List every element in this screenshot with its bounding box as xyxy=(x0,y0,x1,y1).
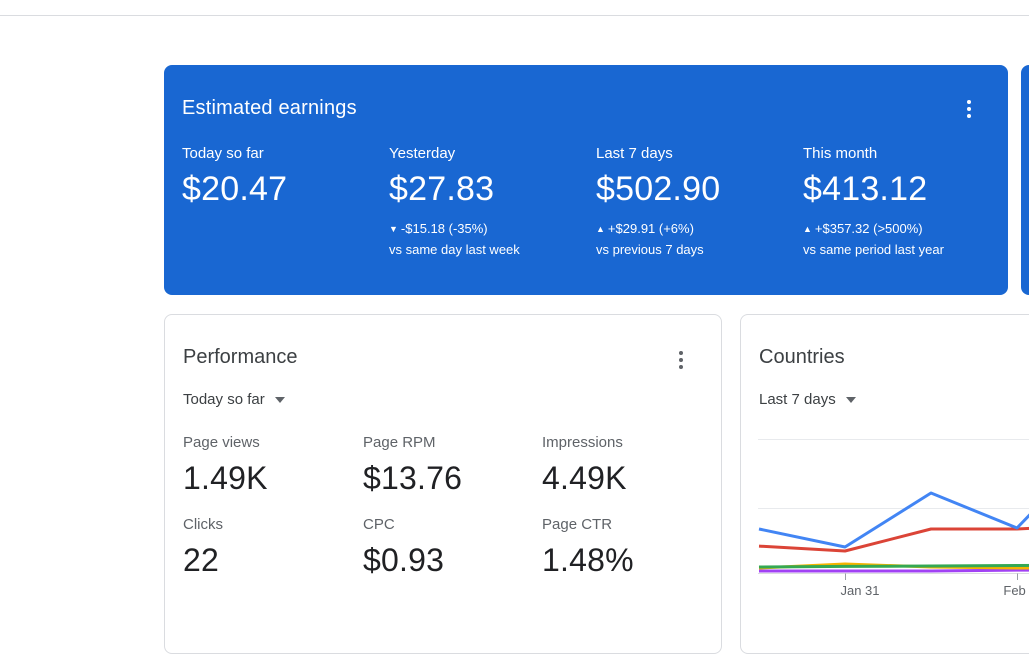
metric-label: Page RPM xyxy=(363,434,436,451)
countries-card: Countries Last 7 days Jan 31 Feb 2 xyxy=(740,314,1029,654)
estimated-earnings-title: Estimated earnings xyxy=(182,97,357,119)
countries-title: Countries xyxy=(759,346,845,368)
countries-range-selector[interactable]: Last 7 days xyxy=(759,391,856,408)
metric-value: 22 xyxy=(183,542,219,578)
metric-page-views: Page views 1.49K xyxy=(183,434,363,497)
metric-value: 1.48% xyxy=(542,542,634,578)
metric-value: $0.93 xyxy=(363,542,445,578)
metric-label: Page views xyxy=(183,434,260,451)
metric-page-rpm: Page RPM $13.76 xyxy=(363,434,542,497)
earnings-col-today: Today so far $20.47 xyxy=(182,146,389,259)
earnings-delta: ▲ +$29.91 (+6%) xyxy=(596,219,803,240)
countries-chart-svg xyxy=(758,439,1029,580)
metric-label: Clicks xyxy=(183,516,223,533)
earnings-delta-text: +$29.91 (+6%) xyxy=(607,221,694,236)
range-selector-label: Last 7 days xyxy=(759,391,836,408)
metric-clicks: Clicks 22 xyxy=(183,516,363,579)
earnings-delta xyxy=(182,219,389,240)
delta-up-arrow-icon: ▲ xyxy=(596,224,605,234)
earnings-compare: vs previous 7 days xyxy=(596,242,704,257)
earnings-delta-text: +$357.32 (>500%) xyxy=(814,221,923,236)
earnings-delta-text: -$15.18 (-35%) xyxy=(400,221,488,236)
range-selector-label: Today so far xyxy=(183,391,265,408)
metric-value: $13.76 xyxy=(363,460,463,496)
estimated-earnings-card: Estimated earnings Today so far $20.47 Y… xyxy=(164,65,1008,295)
earnings-compare: vs same period last year xyxy=(803,242,944,257)
chevron-down-icon xyxy=(274,396,285,403)
performance-range-selector[interactable]: Today so far xyxy=(183,391,285,408)
earnings-compare: vs same day last week xyxy=(389,242,520,257)
chevron-down-icon xyxy=(845,396,856,403)
performance-title: Performance xyxy=(183,346,298,368)
more-options-icon[interactable] xyxy=(965,98,973,120)
metric-label: Impressions xyxy=(542,434,623,451)
earnings-value: $502.90 xyxy=(596,170,721,208)
more-options-icon[interactable] xyxy=(677,349,685,371)
earnings-value: $413.12 xyxy=(803,170,928,208)
x-axis-tick-label: Feb 2 xyxy=(1003,583,1029,598)
earnings-delta: ▲ +$357.32 (>500%) xyxy=(803,219,1010,240)
metric-impressions: Impressions 4.49K xyxy=(542,434,702,497)
delta-up-arrow-icon: ▲ xyxy=(803,224,812,234)
earnings-col-last7days: Last 7 days $502.90 ▲ +$29.91 (+6%) vs pr… xyxy=(596,146,803,259)
metric-page-ctr: Page CTR 1.48% xyxy=(542,516,702,579)
metric-label: CPC xyxy=(363,516,395,533)
header-divider xyxy=(0,15,1029,16)
earnings-col-label: This month xyxy=(803,145,878,162)
delta-down-arrow-icon: ▼ xyxy=(389,224,398,234)
metric-label: Page CTR xyxy=(542,516,613,533)
earnings-delta: ▼ -$15.18 (-35%) xyxy=(389,219,596,240)
earnings-col-label: Today so far xyxy=(182,145,264,162)
earnings-col-thismonth: This month $413.12 ▲ +$357.32 (>500%) vs … xyxy=(803,146,1010,259)
performance-card: Performance Today so far Page views 1.49… xyxy=(164,314,722,654)
metric-value: 4.49K xyxy=(542,460,627,496)
earnings-columns: Today so far $20.47 Yesterday $27.83 ▼ -$… xyxy=(182,146,1010,259)
metric-value: 1.49K xyxy=(183,460,268,496)
next-earnings-card-clipped xyxy=(1021,65,1029,295)
earnings-value: $27.83 xyxy=(389,170,495,208)
earnings-col-label: Last 7 days xyxy=(596,145,673,162)
earnings-col-yesterday: Yesterday $27.83 ▼ -$15.18 (-35%) vs same… xyxy=(389,146,596,259)
x-axis-tick-label: Jan 31 xyxy=(840,583,880,598)
metric-cpc: CPC $0.93 xyxy=(363,516,542,579)
earnings-value: $20.47 xyxy=(182,170,288,208)
performance-metrics: Page views 1.49K Page RPM $13.76 Impress… xyxy=(183,434,702,579)
earnings-col-label: Yesterday xyxy=(389,145,456,162)
